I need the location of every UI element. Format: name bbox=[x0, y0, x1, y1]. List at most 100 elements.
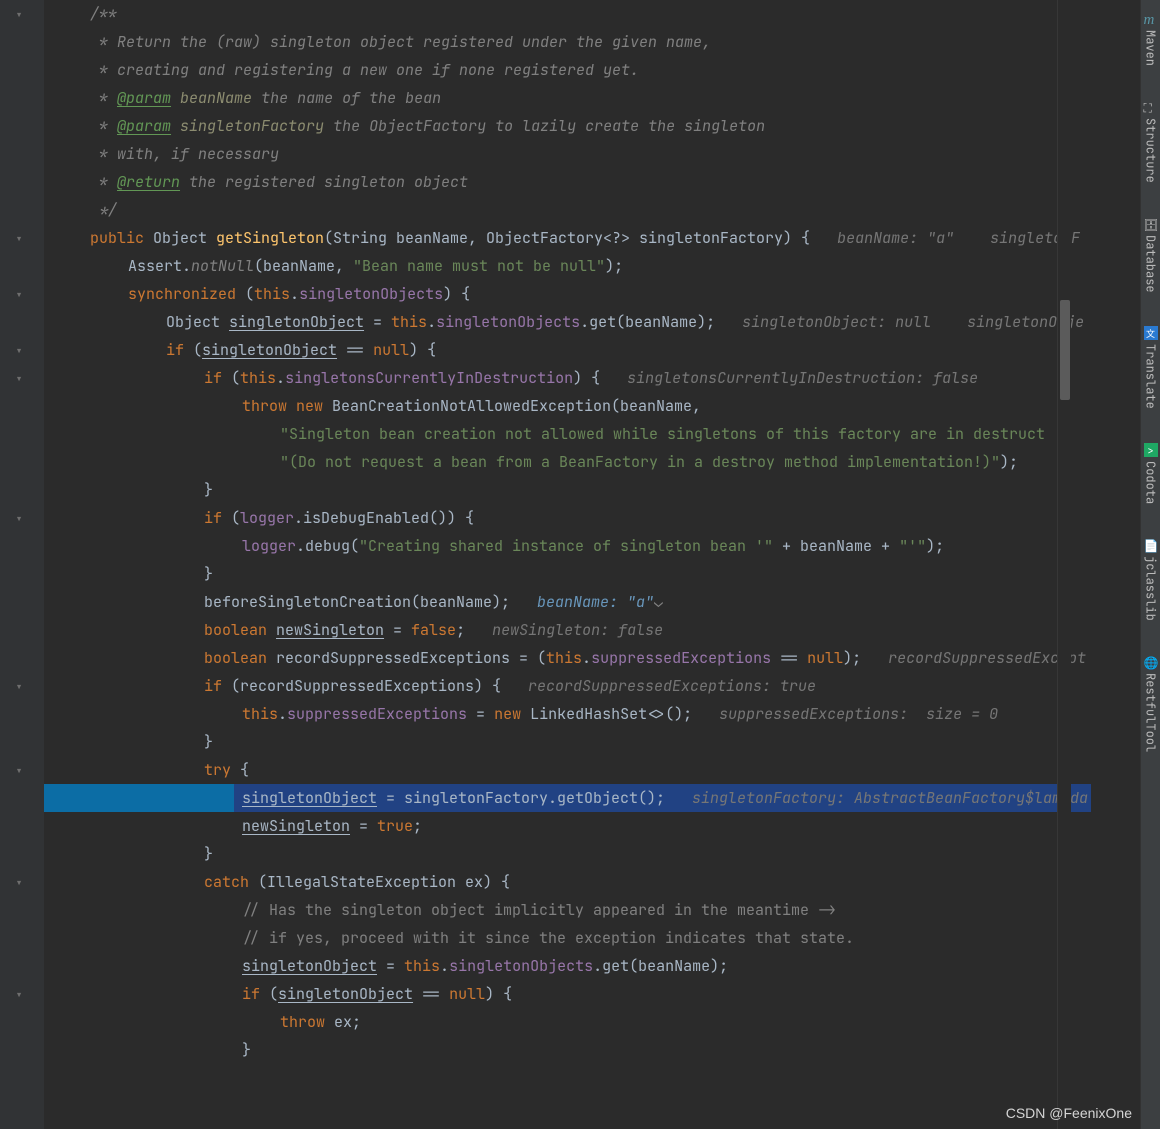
code-line[interactable]: * @param beanName the name of the bean bbox=[44, 84, 1091, 112]
token: // Has the singleton object implicitly a… bbox=[242, 900, 836, 920]
token: "(Do not request a bean from a BeanFacto… bbox=[280, 452, 1000, 472]
code-line[interactable]: "(Do not request a bean from a BeanFacto… bbox=[44, 448, 1091, 476]
code-line[interactable]: if (singletonObject == null) { bbox=[44, 980, 1091, 1008]
code-line[interactable]: Object singletonObject = this.singletonO… bbox=[44, 308, 1091, 336]
token: "Bean name must not be null" bbox=[353, 256, 605, 276]
token: . bbox=[276, 368, 285, 388]
code-line[interactable]: // if yes, proceed with it since the exc… bbox=[44, 924, 1091, 952]
code-line[interactable]: // Has the singleton object implicitly a… bbox=[44, 896, 1091, 924]
token: ) { bbox=[409, 340, 436, 360]
token: } bbox=[204, 564, 213, 584]
token: singletonObject bbox=[242, 788, 377, 808]
fold-arrow-icon[interactable]: ▸ bbox=[9, 515, 27, 523]
code-line[interactable]: } bbox=[44, 840, 1091, 868]
fold-arrow-icon[interactable]: ▸ bbox=[9, 347, 27, 355]
token: suppressedExceptions bbox=[591, 648, 771, 668]
maven-icon: m bbox=[1144, 12, 1158, 26]
translate-icon: 文 bbox=[1144, 326, 1158, 340]
code-line[interactable]: * @return the registered singleton objec… bbox=[44, 168, 1091, 196]
code-line[interactable]: Assert.notNull(beanName, "Bean name must… bbox=[44, 252, 1091, 280]
code-line[interactable]: /** bbox=[44, 0, 1091, 28]
token: BeanCreationNotAllowedException(beanName… bbox=[332, 396, 701, 416]
fold-arrow-icon[interactable]: ▸ bbox=[9, 683, 27, 691]
tab-restfultool[interactable]: 🌐RestfulTool bbox=[1141, 649, 1160, 758]
code-line[interactable]: boolean newSingleton = false; newSinglet… bbox=[44, 616, 1091, 644]
token: ) { bbox=[443, 284, 470, 304]
code-line[interactable]: */ bbox=[44, 196, 1091, 224]
fold-arrow-icon[interactable]: ▸ bbox=[9, 767, 27, 775]
token: @param bbox=[117, 88, 171, 108]
code-line[interactable]: newSingleton = true; bbox=[44, 812, 1091, 840]
token: this bbox=[254, 284, 290, 304]
fold-arrow-icon[interactable]: ▸ bbox=[9, 11, 27, 19]
code-line[interactable]: * with, if necessary bbox=[44, 140, 1091, 168]
code-line[interactable]: throw ex; bbox=[44, 1008, 1091, 1036]
code-line[interactable]: public Object getSingleton(String beanNa… bbox=[44, 224, 1091, 252]
code-line[interactable]: catch (IllegalStateException ex) { bbox=[44, 868, 1091, 896]
token: (IllegalStateException ex) { bbox=[258, 872, 510, 892]
fold-arrow-icon[interactable]: ▸ bbox=[9, 235, 27, 243]
code-line[interactable]: if (logger.isDebugEnabled()) { bbox=[44, 504, 1091, 532]
token: public bbox=[90, 228, 153, 248]
code-line[interactable]: singletonObject = this.singletonObjects.… bbox=[44, 952, 1091, 980]
token bbox=[171, 116, 180, 136]
code-line[interactable]: logger.debug("Creating shared instance o… bbox=[44, 532, 1091, 560]
code-line[interactable]: if (this.singletonsCurrentlyInDestructio… bbox=[44, 364, 1091, 392]
code-line[interactable]: this.suppressedExceptions = new LinkedHa… bbox=[44, 700, 1091, 728]
token: if bbox=[204, 508, 231, 528]
code-line[interactable]: } bbox=[44, 728, 1091, 756]
tab-jclasslib[interactable]: 📄jclasslib bbox=[1141, 532, 1160, 627]
token: null bbox=[373, 340, 409, 360]
code-line[interactable]: } bbox=[44, 560, 1091, 588]
token: the ObjectFactory to lazily create the s… bbox=[324, 116, 765, 136]
token: } bbox=[242, 1040, 251, 1060]
code-line[interactable]: boolean recordSuppressedExceptions = (th… bbox=[44, 644, 1091, 672]
token: getSingleton bbox=[216, 228, 324, 248]
token: newSingleton bbox=[276, 620, 384, 640]
code-line[interactable]: * creating and registering a new one if … bbox=[44, 56, 1091, 84]
token: suppressedExceptions: size = 0 bbox=[719, 704, 998, 724]
token: notNull bbox=[191, 256, 254, 276]
tab-maven[interactable]: mMaven bbox=[1141, 6, 1160, 72]
code-line[interactable]: * @param singletonFactory the ObjectFact… bbox=[44, 112, 1091, 140]
code-line[interactable]: beforeSingletonCreation(beanName); beanN… bbox=[44, 588, 1091, 616]
token: beanName bbox=[180, 88, 252, 108]
token: . bbox=[278, 704, 287, 724]
token: .debug( bbox=[296, 536, 359, 556]
tab-structure[interactable]: ⛶Structure bbox=[1141, 94, 1160, 189]
fold-arrow-icon[interactable]: ▸ bbox=[9, 291, 27, 299]
code-line[interactable]: if (singletonObject == null) { bbox=[44, 336, 1091, 364]
token: the registered singleton object bbox=[180, 172, 468, 192]
token: ( bbox=[269, 984, 278, 1004]
fold-arrow-icon[interactable]: ▸ bbox=[9, 879, 27, 887]
token: beanName: "a" bbox=[537, 592, 654, 612]
token: "Singleton bean creation not allowed whi… bbox=[280, 424, 1045, 444]
token: = bbox=[350, 816, 377, 836]
fold-arrow-icon[interactable]: ▸ bbox=[9, 375, 27, 383]
token: this bbox=[391, 312, 427, 332]
token: (recordSuppressedExceptions) { bbox=[231, 676, 528, 696]
token: if bbox=[204, 676, 231, 696]
token: ); bbox=[926, 536, 944, 556]
scroll-thumb[interactable] bbox=[1060, 300, 1070, 400]
code-body[interactable]: /** * Return the (raw) singleton object … bbox=[44, 0, 1091, 1129]
code-line[interactable]: singletonObject = singletonFactory.getOb… bbox=[44, 784, 1091, 812]
code-line[interactable]: } bbox=[44, 1036, 1091, 1064]
token: ( bbox=[245, 284, 254, 304]
token: this bbox=[546, 648, 582, 668]
token: singletonObject bbox=[202, 340, 337, 360]
code-line[interactable]: synchronized (this.singletonObjects) { bbox=[44, 280, 1091, 308]
fold-arrow-icon[interactable]: ▸ bbox=[9, 991, 27, 999]
code-line[interactable]: if (recordSuppressedExceptions) { record… bbox=[44, 672, 1091, 700]
code-line[interactable]: * Return the (raw) singleton object regi… bbox=[44, 28, 1091, 56]
scrollbar[interactable] bbox=[1057, 0, 1071, 1129]
code-line[interactable]: try { bbox=[44, 756, 1091, 784]
code-line[interactable]: throw new BeanCreationNotAllowedExceptio… bbox=[44, 392, 1091, 420]
code-line[interactable]: } bbox=[44, 476, 1091, 504]
tab-codota[interactable]: >Codota bbox=[1141, 437, 1160, 510]
tab-database[interactable]: 🗄Database bbox=[1141, 211, 1160, 299]
token: this bbox=[242, 704, 278, 724]
tab-translate[interactable]: 文Translate bbox=[1141, 320, 1160, 415]
token: singletonsCurrentlyInDestruction: false bbox=[627, 368, 978, 388]
code-line[interactable]: "Singleton bean creation not allowed whi… bbox=[44, 420, 1091, 448]
